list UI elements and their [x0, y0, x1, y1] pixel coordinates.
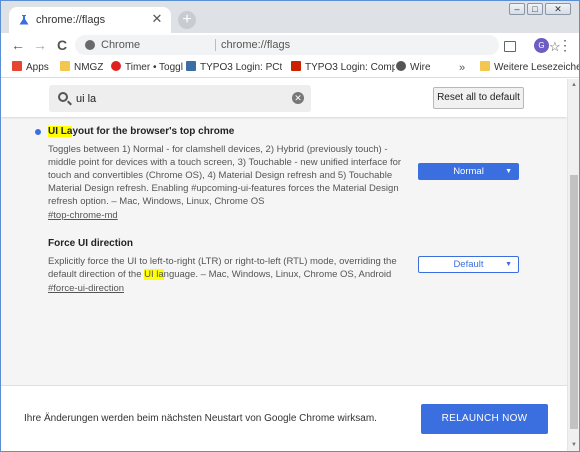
flag-title: UI Layout for the browser's top chrome — [48, 126, 518, 137]
relaunch-button[interactable]: RELAUNCH NOW — [421, 404, 548, 434]
tab-strip: chrome://flags ✕ + – □ ✕ — [1, 1, 579, 33]
minimize-button[interactable]: – — [509, 3, 525, 15]
modified-indicator-dot — [35, 129, 41, 135]
reload-button[interactable]: C — [54, 37, 70, 53]
scroll-down-arrow-icon[interactable]: ▼ — [570, 441, 578, 449]
cast-icon[interactable] — [504, 41, 516, 52]
bookmark-nmgz[interactable]: NMGZ — [60, 61, 103, 75]
tab-close-icon[interactable]: ✕ — [150, 12, 164, 26]
flag-description: Toggles between 1) Normal - for clamshel… — [48, 144, 402, 207]
folder-icon — [480, 61, 490, 71]
window-controls: – □ ✕ — [509, 3, 571, 15]
bookmark-typo3-compu[interactable]: TYPO3 Login: Compu — [291, 61, 395, 75]
bookmark-typo3-pctipp[interactable]: TYPO3 Login: PCtipp — [186, 61, 282, 75]
bookmark-apps[interactable]: Apps — [12, 61, 49, 75]
flask-icon — [19, 15, 29, 25]
scroll-up-arrow-icon[interactable]: ▲ — [570, 81, 578, 89]
search-box: ✕ — [49, 85, 311, 112]
flag-title-rest: yout for the browser's top chrome — [72, 126, 235, 137]
tab-title: chrome://flags — [36, 14, 106, 26]
omnibox-url[interactable]: chrome://flags — [221, 39, 290, 51]
scroll-thumb[interactable] — [570, 175, 578, 429]
flag-title: Force UI direction — [48, 238, 134, 249]
flag-select-value: Default — [453, 259, 484, 270]
omnibox[interactable]: Chrome chrome://flags ☆ — [75, 35, 561, 55]
restart-notice: Ihre Änderungen werden beim nächsten Neu… — [24, 413, 377, 424]
omnibox-divider — [215, 39, 216, 51]
menu-icon[interactable]: ⋮ — [558, 37, 572, 53]
forward-button[interactable]: → — [32, 37, 48, 53]
flag-select[interactable]: Default ▼ — [418, 256, 519, 273]
close-window-button[interactable]: ✕ — [545, 3, 571, 15]
search-highlight: UI La — [48, 126, 73, 137]
flag-permalink[interactable]: #force-ui-direction — [48, 283, 124, 294]
tab-flags[interactable]: chrome://flags ✕ — [9, 7, 171, 33]
flags-page: ✕ Reset all to default UI Layout for the… — [1, 79, 567, 451]
browser-window: chrome://flags ✕ + – □ ✕ ← → C Chrome ch… — [0, 0, 580, 452]
clear-search-icon[interactable]: ✕ — [292, 92, 304, 104]
chrome-page-icon — [85, 40, 95, 50]
scrollbar[interactable]: ▲ ▼ — [567, 79, 579, 451]
typo3-icon — [186, 61, 196, 71]
profile-avatar[interactable]: G — [534, 38, 549, 53]
back-button[interactable]: ← — [10, 37, 26, 53]
toggl-icon — [111, 61, 121, 71]
flag-permalink[interactable]: #top-chrome-md — [48, 210, 118, 221]
bookmark-wire[interactable]: Wire — [396, 61, 431, 75]
flag-select-value: Normal — [453, 166, 484, 177]
flag-select[interactable]: Normal ▼ — [418, 163, 519, 180]
reset-all-button[interactable]: Reset all to default — [433, 87, 524, 109]
omnibox-chip: Chrome — [101, 39, 141, 51]
wire-icon — [396, 61, 406, 71]
new-tab-button[interactable]: + — [178, 11, 196, 29]
search-input[interactable] — [76, 91, 276, 106]
maximize-button[interactable]: □ — [527, 3, 543, 15]
typo3-icon — [291, 61, 301, 71]
folder-icon — [60, 61, 70, 71]
apps-grid-icon — [12, 61, 22, 71]
flag-description: Explicitly force the UI to left-to-right… — [48, 256, 397, 280]
bookmark-toggl[interactable]: Timer • Toggl — [111, 61, 183, 75]
bookmarks-bar: Apps NMGZ Timer • Toggl TYPO3 Login: PCt… — [1, 58, 579, 78]
bookmark-other-folder[interactable]: Weitere Lesezeichen — [480, 61, 579, 75]
toolbar: ← → C Chrome chrome://flags ☆ G ⋮ — [1, 33, 579, 58]
dropdown-caret-icon: ▼ — [505, 168, 512, 175]
search-highlight: UI la — [144, 269, 164, 280]
search-icon — [58, 92, 68, 102]
dropdown-caret-icon: ▼ — [505, 261, 512, 268]
flags-header: ✕ Reset all to default — [1, 79, 567, 117]
bookmarks-overflow-chevron[interactable]: » — [459, 61, 465, 75]
relaunch-footer: Ihre Änderungen werden beim nächsten Neu… — [1, 385, 567, 451]
